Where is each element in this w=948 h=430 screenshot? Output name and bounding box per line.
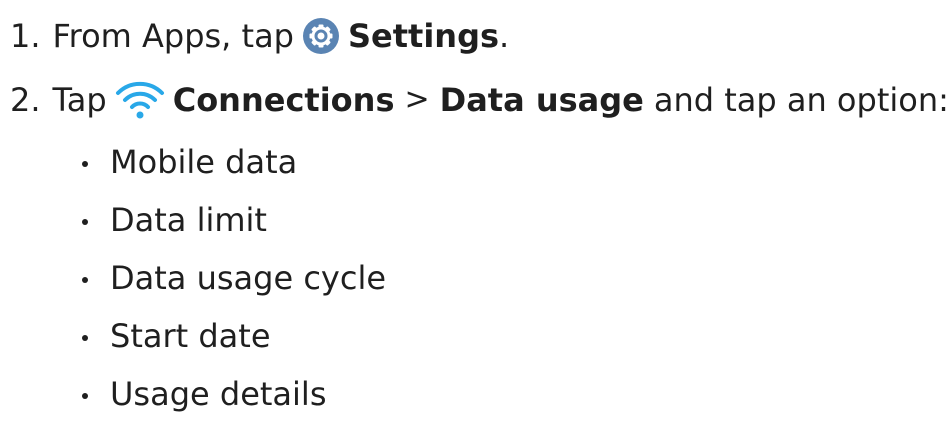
list-item: Data usage cycle: [80, 256, 386, 314]
separator: >: [404, 82, 430, 117]
step-number: 2.: [10, 81, 41, 119]
step-number: 1.: [10, 17, 41, 55]
list-item: Mobile data: [80, 140, 386, 198]
instructions-document: 1. From Apps, tap Settings . 2. Tap Conn…: [0, 0, 948, 427]
option-list: Mobile data Data limit Data usage cycle …: [80, 140, 386, 430]
step-text: Tap: [52, 81, 107, 119]
step-text: From Apps, tap: [52, 17, 294, 55]
step-text-end: and tap an option:: [653, 81, 948, 119]
list-item: Data limit: [80, 198, 386, 256]
settings-gear-icon: [302, 17, 340, 55]
step-1: 1. From Apps, tap Settings .: [10, 14, 509, 58]
list-item: Start date: [80, 314, 386, 372]
step-text-end: .: [499, 17, 510, 55]
data-usage-label: Data usage: [439, 81, 644, 119]
step-2: 2. Tap Connections > Data usage and tap …: [10, 78, 948, 122]
connections-label: Connections: [172, 81, 395, 119]
settings-label: Settings: [347, 17, 500, 55]
wifi-icon: [115, 79, 165, 121]
list-item: Usage details: [80, 372, 386, 430]
